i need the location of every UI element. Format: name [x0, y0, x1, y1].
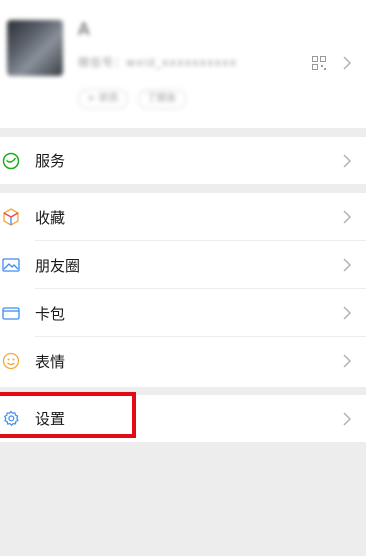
- menu-label-services: 服务: [35, 152, 66, 170]
- menu-item-services[interactable]: 服务: [0, 137, 366, 184]
- qr-code-icon[interactable]: [312, 56, 326, 70]
- menu-label-stickers: 表情: [35, 352, 66, 371]
- menu-item-stickers[interactable]: 表情: [0, 337, 366, 385]
- wechat-id: 微信号：wxid_xxxxxxxxxx: [78, 56, 238, 69]
- menu-item-favorites[interactable]: 收藏: [0, 193, 366, 241]
- chevron-right-icon: [343, 210, 351, 224]
- settings-highlight-box: [0, 392, 136, 438]
- chevron-right-icon: [343, 411, 351, 426]
- chevron-right-icon: [343, 354, 351, 368]
- menu-item-moments[interactable]: 朋友圈: [0, 241, 366, 289]
- moments-icon: [2, 258, 20, 272]
- menu-item-cards[interactable]: 卡包: [0, 289, 366, 337]
- menu-label-moments: 朋友圈: [35, 256, 81, 275]
- profile-header[interactable]: A 微信号：wxid_xxxxxxxxxx + 状态 了朋友: [0, 0, 366, 128]
- chevron-right-icon: [343, 306, 351, 320]
- sticker-smiley-icon: [2, 352, 20, 370]
- friends-status[interactable]: 了朋友: [137, 89, 186, 109]
- favorites-icon: [3, 208, 19, 226]
- profile-chevron-icon: [343, 56, 351, 70]
- nickname: A: [78, 20, 90, 40]
- menu-label-favorites: 收藏: [35, 208, 66, 227]
- avatar[interactable]: [7, 20, 63, 76]
- services-icon: [2, 152, 20, 169]
- chevron-right-icon: [343, 258, 351, 272]
- card-wallet-icon: [2, 307, 20, 320]
- status-button[interactable]: + 状态: [78, 89, 128, 109]
- chevron-right-icon: [343, 153, 351, 168]
- menu-label-cards: 卡包: [35, 304, 66, 323]
